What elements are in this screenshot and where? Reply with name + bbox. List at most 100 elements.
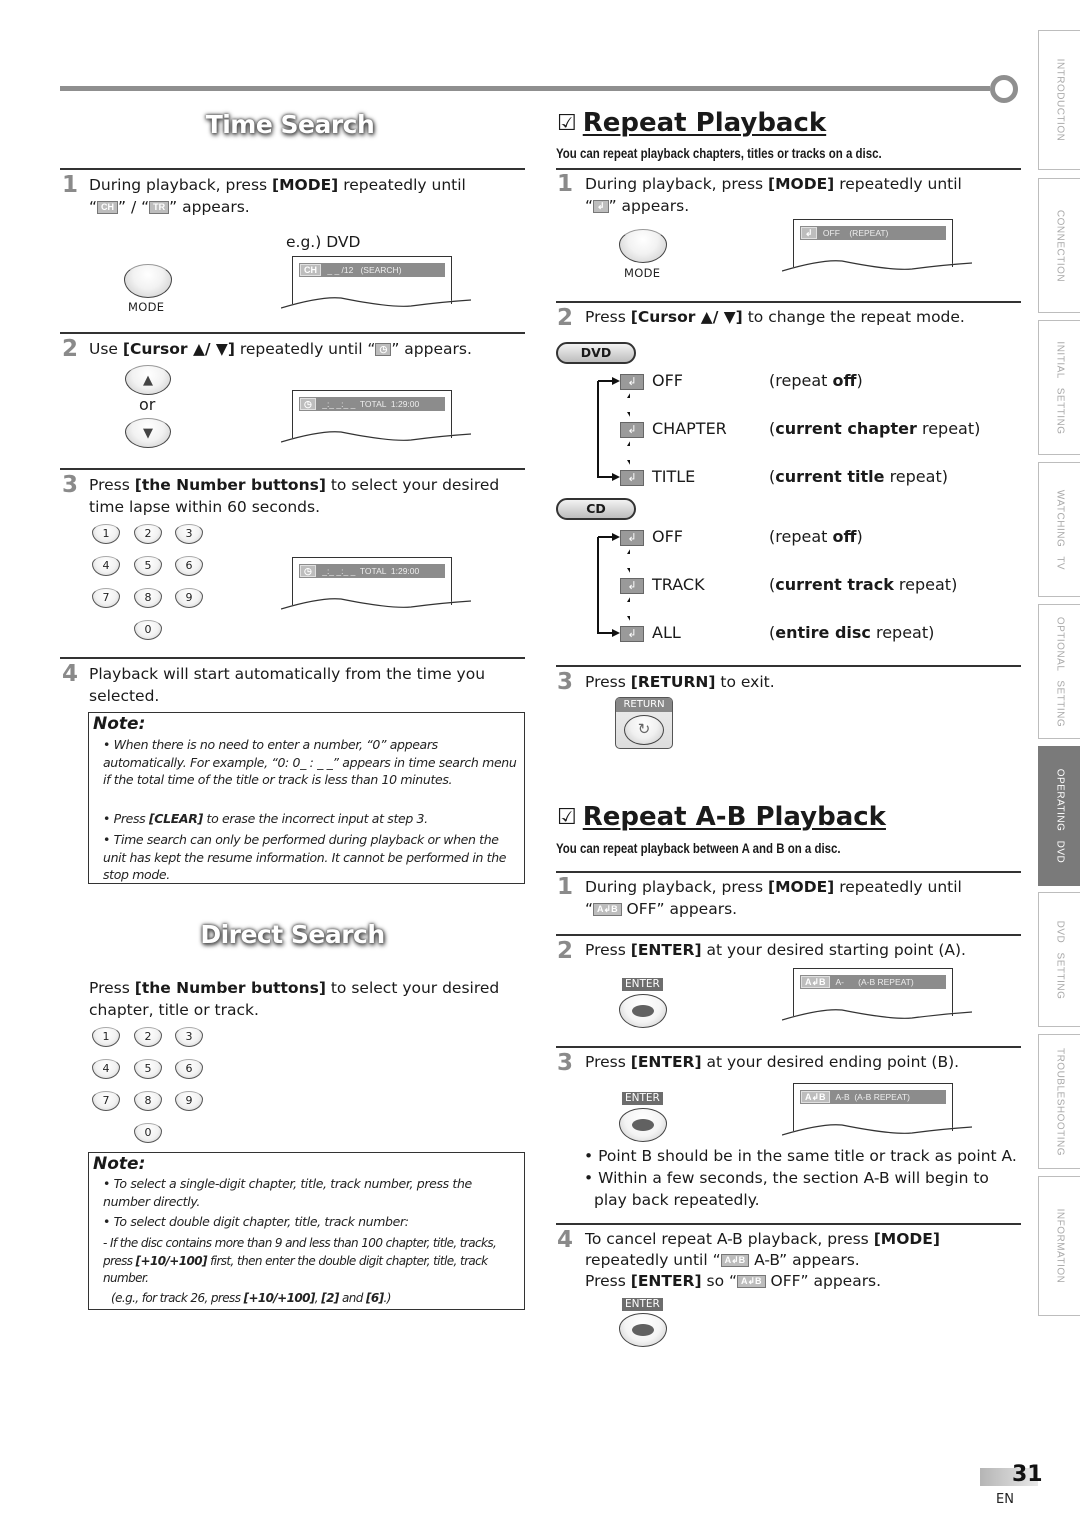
side-tab-connection[interactable]: CONNECTION bbox=[1038, 178, 1080, 313]
step-1-instruction: During playback, press [MODE] repeatedly… bbox=[89, 176, 466, 216]
divider bbox=[60, 468, 525, 470]
number-button-7[interactable]: 7 bbox=[92, 1091, 120, 1111]
repeat-icon: ↲ bbox=[593, 200, 609, 213]
mode-button-caption: MODE bbox=[128, 300, 165, 314]
number-button-3[interactable]: 3 bbox=[175, 524, 203, 544]
cursor-up-button[interactable]: ▲ bbox=[125, 365, 171, 395]
step-3-instruction: Press [the Number buttons] to select you… bbox=[89, 476, 500, 516]
osd-bar: A↲B A- (A-B REPEAT) bbox=[800, 975, 946, 989]
mode-button-caption: MODE bbox=[624, 266, 661, 280]
number-button-5[interactable]: 5 bbox=[134, 1059, 162, 1079]
step-number: 1 bbox=[557, 874, 574, 900]
number-button-2[interactable]: 2 bbox=[134, 524, 162, 544]
number-button-1[interactable]: 1 bbox=[92, 1027, 120, 1047]
ab-repeat-icon: A↲B bbox=[720, 1254, 750, 1267]
note-item: - If the disc contains more than 9 and l… bbox=[103, 1236, 497, 1285]
number-button-6[interactable]: 6 bbox=[175, 1059, 203, 1079]
step-3-instruction: Press [ENTER] at your desired ending poi… bbox=[585, 1053, 960, 1071]
side-tab-introduction[interactable]: INTRODUCTION bbox=[1038, 30, 1080, 170]
repeat-mode-row[interactable]: ↲ OFF (repeat off) bbox=[620, 527, 1020, 548]
ab-repeat-icon: A↲B bbox=[737, 1275, 766, 1288]
side-tab-watching-tv[interactable]: WATCHING TV bbox=[1038, 462, 1080, 597]
number-button-1[interactable]: 1 bbox=[92, 524, 120, 544]
osd-bar: CH _ _ /12 (SEARCH) bbox=[299, 263, 445, 277]
number-button-5[interactable]: 5 bbox=[134, 556, 162, 576]
divider bbox=[60, 168, 525, 170]
repeat-mode-row[interactable]: ↲ TRACK (current track repeat) bbox=[620, 575, 1020, 596]
cursor-down-button[interactable]: ▼ bbox=[125, 418, 171, 448]
side-tab-troubleshooting[interactable]: TROUBLESHOOTING bbox=[1038, 1034, 1080, 1169]
number-button-3[interactable]: 3 bbox=[175, 1027, 203, 1047]
note-item: • To select a single-digit chapter, titl… bbox=[103, 1176, 472, 1209]
step-1-instruction: During playback, press [MODE] repeatedly… bbox=[585, 175, 962, 215]
number-button-7[interactable]: 7 bbox=[92, 588, 120, 608]
repeat-icon: ↲ bbox=[801, 227, 817, 239]
enter-button[interactable] bbox=[619, 1108, 667, 1142]
mode-label: OFF bbox=[652, 371, 683, 390]
triangle-up-icon: ▲ bbox=[143, 372, 153, 388]
divider bbox=[556, 168, 1021, 170]
enter-button[interactable] bbox=[619, 1313, 667, 1347]
repeat-mode-row[interactable]: ↲ TITLE (current title repeat) bbox=[620, 467, 1020, 488]
number-button-6[interactable]: 6 bbox=[175, 556, 203, 576]
number-button-2[interactable]: 2 bbox=[134, 1027, 162, 1047]
step-number: 3 bbox=[557, 669, 574, 695]
mode-label: TRACK bbox=[652, 575, 705, 594]
number-button-8[interactable]: 8 bbox=[134, 1091, 162, 1111]
osd-bar: ◷ _:_ _:_ _ TOTAL 1:29:00 bbox=[299, 564, 445, 578]
number-button-9[interactable]: 9 bbox=[175, 1091, 203, 1111]
note-item: • Time search can only be performed duri… bbox=[103, 832, 507, 882]
mode-button[interactable] bbox=[124, 264, 172, 298]
torn-edge bbox=[782, 1009, 972, 1021]
number-button-0[interactable]: 0 bbox=[134, 620, 162, 640]
note-title: Note: bbox=[93, 714, 146, 734]
divider bbox=[556, 871, 1021, 873]
side-tab-initial-setting[interactable]: INITIAL SETTING bbox=[1038, 320, 1080, 455]
repeat-mode-row[interactable]: ↲ CHAPTER (current chapter repeat) bbox=[620, 419, 1020, 440]
osd-bar: ↲ OFF (REPEAT) bbox=[800, 226, 946, 240]
mode-button[interactable] bbox=[619, 229, 667, 263]
note-item: • To select double digit chapter, title,… bbox=[103, 1214, 409, 1229]
mode-description: (current chapter repeat) bbox=[769, 419, 981, 438]
ab-repeat-icon: A↲B bbox=[801, 1091, 830, 1103]
chapter-chip: CH bbox=[300, 264, 321, 276]
number-button-4[interactable]: 4 bbox=[92, 1059, 120, 1079]
osd-screen-repeat: ↲ OFF (REPEAT) bbox=[782, 219, 972, 272]
mode-label: ALL bbox=[652, 623, 681, 642]
return-button[interactable]: RETURN ↻ bbox=[615, 697, 673, 749]
repeat-playback-subtitle: You can repeat playback chapters, titles… bbox=[556, 146, 882, 161]
number-button-9[interactable]: 9 bbox=[175, 588, 203, 608]
return-button-caption: RETURN bbox=[616, 698, 672, 712]
divider bbox=[556, 665, 1021, 667]
repeat-mode-row[interactable]: ↲ ALL (entire disc repeat) bbox=[620, 623, 1020, 644]
number-button-0[interactable]: 0 bbox=[134, 1123, 162, 1143]
ab-repeat-icon: A↲B bbox=[801, 976, 830, 988]
step-number: 3 bbox=[62, 472, 79, 498]
enter-button[interactable] bbox=[619, 994, 667, 1028]
torn-edge bbox=[782, 1124, 972, 1136]
mode-description: (entire disc repeat) bbox=[769, 623, 935, 642]
enter-button-caption: ENTER bbox=[622, 1092, 663, 1105]
repeat-mode-row[interactable]: ↲ OFF (repeat off) bbox=[620, 371, 1020, 392]
step-1-instruction: During playback, press [MODE] repeatedly… bbox=[585, 878, 962, 918]
chapter-chip: CH bbox=[97, 201, 119, 214]
bullet-item: • Point B should be in the same title or… bbox=[584, 1147, 1017, 1165]
osd-screen-time: ◷ _:_ _:_ _ TOTAL 1:29:00 bbox=[281, 557, 471, 610]
step-number: 1 bbox=[62, 172, 79, 198]
side-tab-optional-setting[interactable]: OPTIONAL SETTING bbox=[1038, 604, 1080, 739]
side-tab-dvd-setting[interactable]: DVD SETTING bbox=[1038, 892, 1080, 1027]
triangle-down-icon: ▼ bbox=[143, 425, 153, 441]
time-search-title: Time Search bbox=[205, 110, 375, 139]
note-box: Note: • When there is no need to enter a… bbox=[88, 712, 525, 884]
side-tab-operating-dvd[interactable]: OPERATING DVD bbox=[1038, 746, 1080, 886]
note-title: Note: bbox=[93, 1154, 146, 1174]
step-number: 2 bbox=[557, 938, 574, 964]
repeat-ab-subtitle: You can repeat playback between A and B … bbox=[556, 841, 841, 856]
side-tab-information[interactable]: INFORMATION bbox=[1038, 1176, 1080, 1316]
number-button-8[interactable]: 8 bbox=[134, 588, 162, 608]
osd-screen-search: CH _ _ /12 (SEARCH) bbox=[281, 256, 471, 309]
step-number: 1 bbox=[557, 171, 574, 197]
number-button-4[interactable]: 4 bbox=[92, 556, 120, 576]
osd-screen-ab: A↲B A- (A-B REPEAT) bbox=[782, 968, 972, 1021]
checkbox-icon: ☑ bbox=[557, 804, 577, 830]
